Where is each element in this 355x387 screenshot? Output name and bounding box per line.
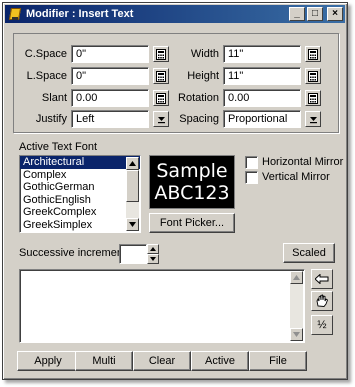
lspace-field[interactable]: 0" [71, 67, 149, 85]
spacing-chevron-down-icon[interactable] [305, 111, 321, 127]
insert-text-dialog: Modifier : Insert Text _ □ × C.Space 0" … [2, 2, 348, 380]
active-button[interactable]: Active [191, 351, 249, 371]
successive-increment-field[interactable] [119, 244, 147, 264]
cspace-label: C.Space [24, 48, 67, 60]
apply-button[interactable]: Apply [17, 351, 79, 371]
pencil-icon [8, 7, 22, 21]
lspace-label: L.Space [26, 70, 67, 82]
minimize-button[interactable]: _ [289, 7, 305, 21]
text-scroll-up-icon[interactable] [290, 271, 303, 284]
width-calculator-icon[interactable] [305, 46, 321, 62]
text-input-area[interactable] [19, 269, 305, 343]
vertical-mirror-checkbox[interactable] [245, 171, 258, 184]
slant-field[interactable]: 0.00 [71, 89, 149, 107]
preview-line1: Sample [156, 160, 228, 182]
font-list-item[interactable]: GreekComplex [20, 206, 140, 219]
font-list-item[interactable]: Architectural [20, 156, 140, 169]
maximize-button[interactable]: □ [307, 7, 323, 21]
width-field[interactable]: 11" [223, 45, 301, 63]
hand-icon[interactable] [311, 291, 333, 311]
font-list-scrollbar[interactable] [126, 157, 139, 231]
clear-button[interactable]: Clear [133, 351, 191, 371]
preview-line2: ABC123 [154, 182, 230, 204]
increment-up-icon[interactable] [147, 244, 159, 254]
font-picker-button[interactable]: Font Picker... [149, 213, 235, 233]
spacing-label: Spacing [179, 113, 219, 125]
rotation-field[interactable]: 0.00 [223, 89, 301, 107]
file-button[interactable]: File [249, 351, 307, 371]
vertical-mirror-label: Vertical Mirror [262, 171, 330, 183]
font-list-item[interactable]: Complex [20, 169, 140, 182]
horizontal-mirror-checkbox[interactable] [245, 156, 258, 169]
backspace-arrow-left-icon[interactable] [311, 269, 333, 289]
text-scrollbar[interactable] [290, 271, 303, 341]
lspace-calculator-icon[interactable] [153, 68, 169, 84]
spacing-select[interactable]: Proportional [223, 110, 301, 128]
justify-label: Justify [35, 113, 67, 125]
increment-down-icon[interactable] [147, 254, 159, 264]
close-button[interactable]: × [327, 7, 343, 21]
active-font-label: Active Text Font [19, 141, 98, 153]
slant-label: Slant [41, 92, 67, 104]
font-list-item[interactable]: GreekSimplex [20, 219, 140, 232]
font-list-item[interactable]: GothicGerman [20, 181, 140, 194]
width-label: Width [190, 48, 219, 60]
successive-increment-label: Successive increment [19, 247, 126, 259]
scroll-down-icon[interactable] [126, 218, 139, 231]
cspace-calculator-icon[interactable] [153, 46, 169, 62]
font-list[interactable]: Architectural Complex GothicGerman Gothi… [19, 155, 141, 233]
justify-chevron-down-icon[interactable] [153, 111, 169, 127]
justify-select[interactable]: Left [71, 110, 149, 128]
font-list-item[interactable]: GothicEnglish [20, 194, 140, 207]
height-label: Height [187, 70, 219, 82]
multi-button[interactable]: Multi [75, 351, 133, 371]
rotation-calculator-icon[interactable] [305, 90, 321, 106]
window-title: Modifier : Insert Text [26, 8, 134, 20]
rotation-label: Rotation [178, 92, 219, 104]
scroll-up-icon[interactable] [126, 157, 139, 170]
text-scroll-down-icon[interactable] [290, 328, 303, 341]
scaled-button[interactable]: Scaled [283, 243, 335, 263]
font-preview: Sample ABC123 [149, 155, 235, 209]
half-button[interactable]: ½ [311, 315, 333, 335]
title-bar: Modifier : Insert Text _ □ × [5, 5, 345, 23]
height-calculator-icon[interactable] [305, 68, 321, 84]
cspace-field[interactable]: 0" [71, 45, 149, 63]
scroll-thumb[interactable] [126, 170, 139, 202]
slant-calculator-icon[interactable] [153, 90, 169, 106]
height-field[interactable]: 11" [223, 67, 301, 85]
horizontal-mirror-label: Horizontal Mirror [262, 156, 344, 168]
